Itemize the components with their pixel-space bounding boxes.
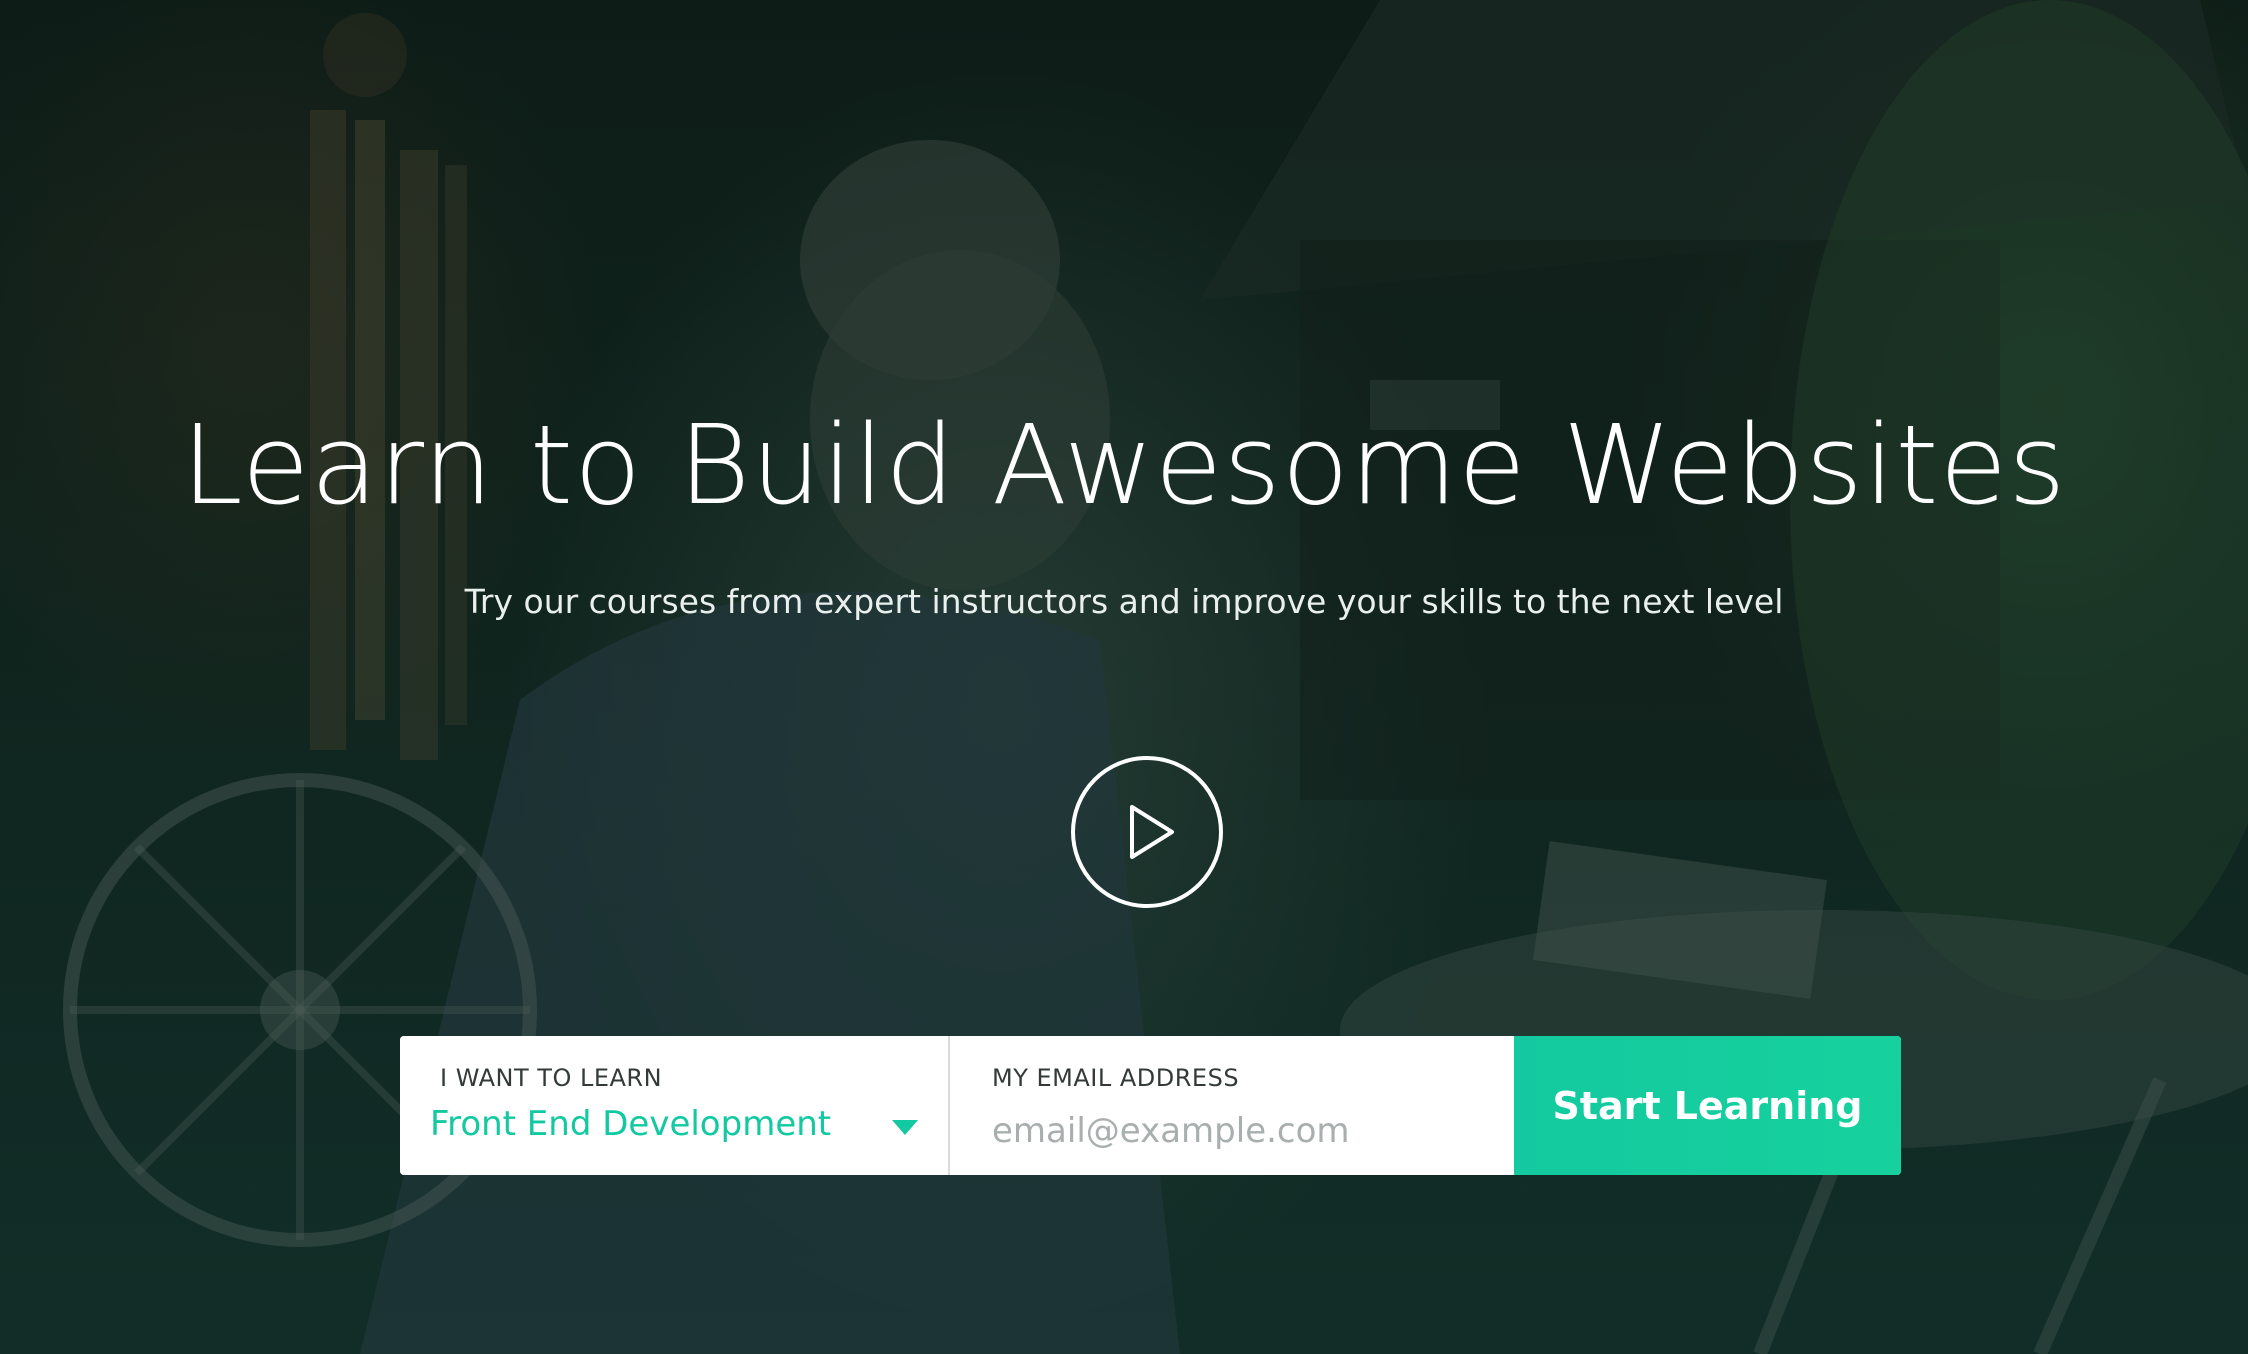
chevron-down-icon — [892, 1120, 918, 1135]
email-field[interactable] — [992, 1106, 1472, 1156]
course-select-label: I WANT TO LEARN — [440, 1064, 663, 1092]
signup-form: I WANT TO LEARN Front End Development MY… — [400, 1036, 1901, 1175]
hero-title: Learn to Build Awesome Websites — [181, 401, 2067, 529]
course-select[interactable]: I WANT TO LEARN Front End Development — [400, 1036, 950, 1175]
start-learning-button[interactable]: Start Learning — [1514, 1036, 1901, 1175]
hero-content: Learn to Build Awesome Websites Try our … — [0, 0, 2248, 1354]
hero-subtitle: Try our courses from expert instructors … — [464, 582, 1784, 621]
hero-section: Learn to Build Awesome Websites Try our … — [0, 0, 2248, 1354]
play-icon — [1130, 805, 1174, 859]
email-field-wrapper: MY EMAIL ADDRESS — [950, 1036, 1514, 1175]
email-field-label: MY EMAIL ADDRESS — [992, 1064, 1240, 1092]
play-video-button[interactable] — [1071, 756, 1223, 908]
course-select-value: Front End Development — [430, 1104, 832, 1144]
